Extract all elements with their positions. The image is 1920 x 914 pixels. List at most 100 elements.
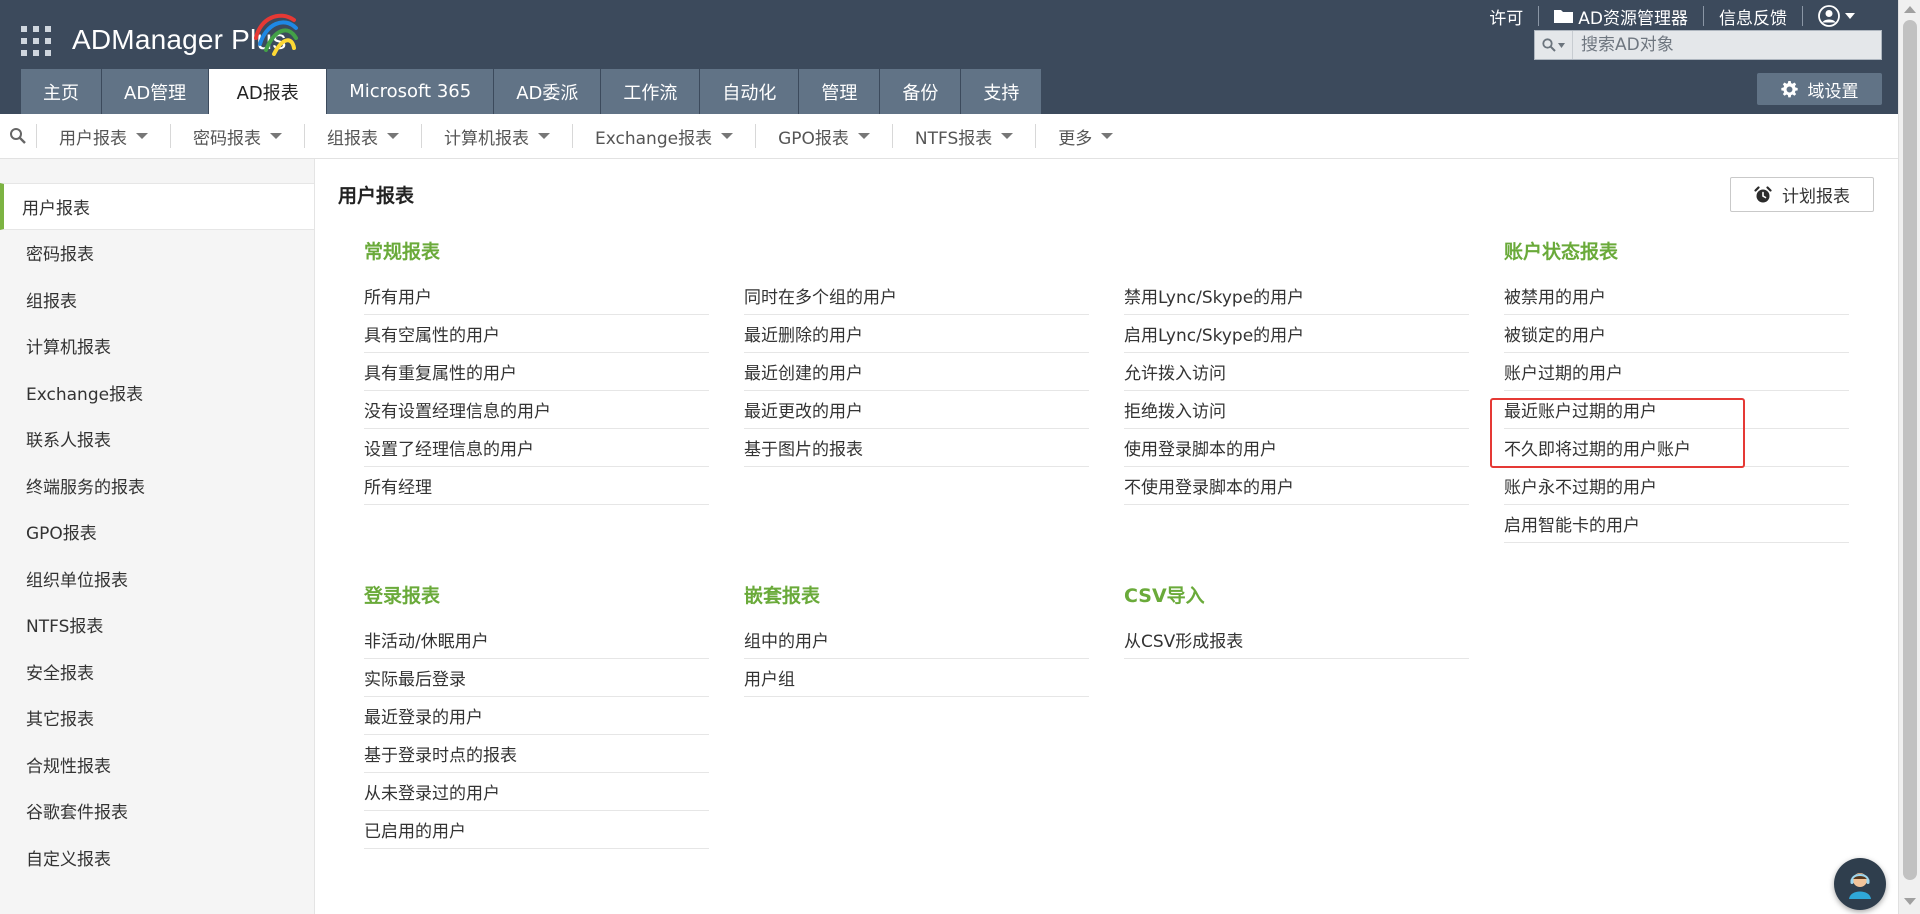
report-link[interactable]: 最近更改的用户 bbox=[744, 391, 1089, 429]
sidebar-item-user-reports[interactable]: 用户报表 bbox=[0, 183, 314, 230]
sidebar-item-other-reports[interactable]: 其它报表 bbox=[0, 695, 314, 742]
report-link[interactable]: 账户永不过期的用户 bbox=[1504, 467, 1849, 505]
section-title-account-status: 账户状态报表 bbox=[1504, 241, 1619, 263]
tab-ad-reports[interactable]: AD报表 bbox=[209, 69, 328, 114]
logon-reports-section: 登录报表 非活动/休眠用户 实际最后登录 最近登录的用户 基于登录时点的报表 从… bbox=[364, 581, 709, 849]
tab-admin[interactable]: 管理 bbox=[799, 69, 881, 114]
report-link[interactable]: 账户过期的用户 bbox=[1504, 353, 1849, 391]
subnav-group-reports[interactable]: 组报表 bbox=[304, 124, 421, 149]
report-link[interactable]: 实际最后登录 bbox=[364, 659, 709, 697]
report-link[interactable]: 启用智能卡的用户 bbox=[1504, 505, 1849, 543]
report-link[interactable]: 设置了经理信息的用户 bbox=[364, 429, 709, 467]
sidebar-item-exchange-reports[interactable]: Exchange报表 bbox=[0, 369, 314, 416]
report-link[interactable]: 从CSV形成报表 bbox=[1124, 621, 1469, 659]
tab-label: 主页 bbox=[43, 82, 79, 104]
report-link[interactable]: 启用Lync/Skype的用户 bbox=[1124, 315, 1469, 353]
general-reports-list-2: 同时在多个组的用户 最近删除的用户 最近创建的用户 最近更改的用户 基于图片的报… bbox=[744, 277, 1089, 467]
report-link[interactable]: 最近删除的用户 bbox=[744, 315, 1089, 353]
general-reports-list-1: 所有用户 具有空属性的用户 具有重复属性的用户 没有设置经理信息的用户 设置了经… bbox=[364, 277, 709, 505]
tab-label: AD管理 bbox=[124, 82, 187, 104]
license-link[interactable]: 许可 bbox=[1474, 4, 1538, 29]
search-type-dropdown[interactable] bbox=[1535, 31, 1573, 59]
scroll-up-arrow-icon[interactable] bbox=[1904, 6, 1916, 13]
report-link[interactable]: 已启用的用户 bbox=[364, 811, 709, 849]
report-link[interactable]: 不使用登录脚本的用户 bbox=[1124, 467, 1469, 505]
tab-home[interactable]: 主页 bbox=[21, 69, 102, 114]
report-link[interactable]: 基于登录时点的报表 bbox=[364, 735, 709, 773]
subnav-computer-reports[interactable]: 计算机报表 bbox=[421, 124, 572, 149]
subnav-user-reports[interactable]: 用户报表 bbox=[36, 124, 170, 149]
subnav-exchange-reports[interactable]: Exchange报表 bbox=[572, 124, 755, 149]
tab-label: AD报表 bbox=[236, 82, 299, 104]
tab-microsoft-365[interactable]: Microsoft 365 bbox=[327, 69, 495, 114]
user-menu[interactable] bbox=[1803, 5, 1870, 27]
sidebar-item-compliance-reports[interactable]: 合规性报表 bbox=[0, 741, 314, 788]
report-link[interactable]: 拒绝拨入访问 bbox=[1124, 391, 1469, 429]
feedback-link[interactable]: 信息反馈 bbox=[1704, 4, 1802, 29]
report-link[interactable]: 允许拨入访问 bbox=[1124, 353, 1469, 391]
report-link[interactable]: 被锁定的用户 bbox=[1504, 315, 1849, 353]
sidebar-item-computer-reports[interactable]: 计算机报表 bbox=[0, 323, 314, 370]
nested-reports-section: 嵌套报表 组中的用户 用户组 bbox=[744, 581, 1089, 697]
tab-automation[interactable]: 自动化 bbox=[700, 69, 800, 114]
sidebar-item-group-reports[interactable]: 组报表 bbox=[0, 276, 314, 323]
sidebar-item-terminal-services-reports[interactable]: 终端服务的报表 bbox=[0, 462, 314, 509]
subnav-ntfs-reports[interactable]: NTFS报表 bbox=[891, 124, 1035, 149]
sidebar-item-gpo-reports[interactable]: GPO报表 bbox=[0, 509, 314, 556]
report-link[interactable]: 没有设置经理信息的用户 bbox=[364, 391, 709, 429]
report-link[interactable]: 所有经理 bbox=[364, 467, 709, 505]
scroll-down-arrow-icon[interactable] bbox=[1904, 898, 1916, 905]
gear-icon bbox=[1780, 80, 1798, 97]
report-link[interactable]: 组中的用户 bbox=[744, 621, 1089, 659]
license-label: 许可 bbox=[1489, 8, 1524, 29]
report-link-recently-expired[interactable]: 最近账户过期的用户 bbox=[1504, 391, 1849, 429]
subnav-label: GPO报表 bbox=[778, 128, 849, 149]
nested-reports-list: 组中的用户 用户组 bbox=[744, 621, 1089, 697]
report-link[interactable]: 最近创建的用户 bbox=[744, 353, 1089, 391]
search-input[interactable] bbox=[1573, 31, 1873, 59]
report-link[interactable]: 具有空属性的用户 bbox=[364, 315, 709, 353]
subnav-password-reports[interactable]: 密码报表 bbox=[170, 124, 304, 149]
sidebar-item-security-reports[interactable]: 安全报表 bbox=[0, 648, 314, 695]
schedule-reports-button[interactable]: 计划报表 bbox=[1730, 177, 1874, 212]
scrollbar-thumb[interactable] bbox=[1903, 20, 1917, 880]
report-search-button[interactable] bbox=[0, 114, 36, 159]
app-launcher-grid-icon[interactable] bbox=[21, 26, 51, 56]
report-link[interactable]: 同时在多个组的用户 bbox=[744, 277, 1089, 315]
report-link[interactable]: 最近登录的用户 bbox=[364, 697, 709, 735]
page-scrollbar[interactable] bbox=[1898, 0, 1920, 914]
tab-workflow[interactable]: 工作流 bbox=[601, 69, 701, 114]
section-title-general: 常规报表 bbox=[364, 241, 441, 263]
sidebar-item-google-suite-reports[interactable]: 谷歌套件报表 bbox=[0, 788, 314, 835]
report-link[interactable]: 非活动/休眠用户 bbox=[364, 621, 709, 659]
report-link[interactable]: 被禁用的用户 bbox=[1504, 277, 1849, 315]
tab-label: AD委派 bbox=[516, 82, 579, 104]
sidebar-item-contact-reports[interactable]: 联系人报表 bbox=[0, 416, 314, 463]
section-title-nested: 嵌套报表 bbox=[744, 585, 821, 607]
chevron-down-icon bbox=[857, 133, 870, 139]
subnav-more[interactable]: 更多 bbox=[1035, 124, 1135, 149]
main-content: 用户报表 计划报表 常规报表 所有用户 具有空属性的用户 具有重复属性的用户 没… bbox=[315, 159, 1898, 914]
support-chat-button[interactable] bbox=[1834, 858, 1886, 910]
report-link[interactable]: 所有用户 bbox=[364, 277, 709, 315]
tab-ad-delegation[interactable]: AD委派 bbox=[494, 69, 602, 114]
report-link[interactable]: 从未登录过的用户 bbox=[364, 773, 709, 811]
report-link[interactable]: 用户组 bbox=[744, 659, 1089, 697]
sidebar-item-ou-reports[interactable]: 组织单位报表 bbox=[0, 555, 314, 602]
domain-settings-button[interactable]: 域设置 bbox=[1757, 73, 1882, 105]
tab-label: 自动化 bbox=[722, 82, 777, 104]
tab-support[interactable]: 支持 bbox=[961, 69, 1043, 114]
tab-backup[interactable]: 备份 bbox=[880, 69, 962, 114]
tab-ad-management[interactable]: AD管理 bbox=[102, 69, 210, 114]
report-link[interactable]: 基于图片的报表 bbox=[744, 429, 1089, 467]
subnav-gpo-reports[interactable]: GPO报表 bbox=[755, 124, 892, 149]
sidebar-item-password-reports[interactable]: 密码报表 bbox=[0, 230, 314, 277]
report-link[interactable]: 使用登录脚本的用户 bbox=[1124, 429, 1469, 467]
ad-explorer-link[interactable]: AD资源管理器 bbox=[1539, 4, 1703, 29]
top-links-bar: 许可 AD资源管理器 信息反馈 bbox=[1474, 4, 1870, 29]
report-link[interactable]: 禁用Lync/Skype的用户 bbox=[1124, 277, 1469, 315]
report-link-soon-to-expire[interactable]: 不久即将过期的用户账户 bbox=[1504, 429, 1849, 467]
sidebar-item-custom-reports[interactable]: 自定义报表 bbox=[0, 834, 314, 881]
sidebar-item-ntfs-reports[interactable]: NTFS报表 bbox=[0, 602, 314, 649]
report-link[interactable]: 具有重复属性的用户 bbox=[364, 353, 709, 391]
